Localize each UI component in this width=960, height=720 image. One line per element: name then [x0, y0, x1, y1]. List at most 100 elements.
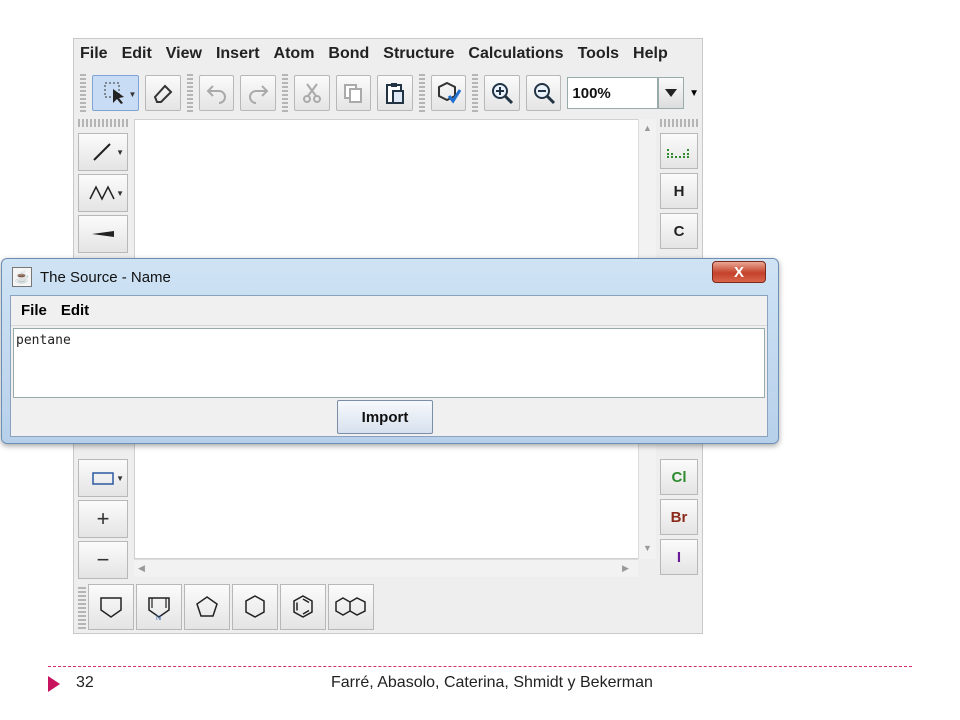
template-cyclopentane-button[interactable] — [184, 584, 230, 630]
scissors-icon — [302, 83, 321, 103]
editor-menubar: File Edit View Insert Atom Bond Structur… — [74, 39, 702, 69]
chain-icon — [89, 185, 115, 201]
menu-edit[interactable]: Edit — [122, 45, 152, 63]
zoom-dropdown-button[interactable] — [658, 77, 685, 109]
structure-check-icon — [437, 81, 461, 104]
erase-button[interactable] — [145, 75, 181, 111]
menu-help[interactable]: Help — [633, 45, 668, 63]
menu-file[interactable]: File — [80, 45, 108, 63]
menu-structure[interactable]: Structure — [383, 45, 454, 63]
zoom-level-field[interactable]: 100% — [567, 77, 659, 109]
rectangle-icon — [92, 472, 114, 485]
select-tool-button[interactable]: ▼ — [91, 75, 140, 111]
dialog-title: The Source - Name — [40, 268, 171, 286]
footer-authors: Farré, Abasolo, Caterina, Shmidt y Beker… — [331, 674, 653, 691]
naphthalene-icon — [335, 597, 366, 616]
dialog-menu-edit[interactable]: Edit — [61, 302, 89, 319]
copy-button[interactable] — [335, 75, 372, 111]
rectangle-select-tool[interactable]: ▼ — [78, 459, 128, 497]
zoom-out-button[interactable] — [525, 75, 562, 111]
toolbar-overflow-button[interactable]: ▼ — [686, 77, 702, 109]
atom-cl-button[interactable]: Cl — [660, 459, 698, 495]
source-name-dialog: ☕ The Source - Name X File Edit pentane … — [1, 258, 779, 444]
wedge-bond-icon — [92, 231, 114, 237]
java-cup-icon: ☕ — [12, 267, 32, 287]
zoom-out-icon — [533, 83, 555, 105]
hexagon-icon — [245, 595, 265, 618]
toolbar-grip[interactable] — [660, 119, 698, 127]
scroll-up-icon[interactable]: ▲ — [643, 123, 652, 133]
chevron-down-icon: ▼ — [689, 87, 699, 99]
menu-tools[interactable]: Tools — [578, 45, 619, 63]
toolbar-grip[interactable] — [78, 119, 128, 127]
left-toolbar: ▼ ▼ — [78, 119, 130, 256]
close-button[interactable]: X — [712, 261, 766, 283]
wedge-bond-tool[interactable] — [78, 215, 128, 253]
increase-charge-button[interactable]: + — [78, 500, 128, 538]
zoom-in-icon — [492, 83, 514, 105]
periodic-table-icon — [667, 149, 689, 158]
minus-icon: − — [96, 547, 110, 572]
editor-toolbar: ▼ 100% ▼ — [74, 71, 702, 115]
copy-icon — [344, 84, 363, 103]
dialog-content: File Edit pentane Import — [10, 295, 768, 437]
template-cyclohexane-button[interactable] — [232, 584, 278, 630]
eraser-icon — [154, 84, 173, 103]
import-button[interactable]: Import — [337, 400, 433, 434]
zoom-in-button[interactable] — [484, 75, 520, 111]
atom-h-button[interactable]: H — [660, 173, 698, 209]
atom-br-button[interactable]: Br — [660, 499, 698, 535]
paste-button[interactable] — [377, 75, 413, 111]
name-text-area[interactable]: pentane — [13, 328, 765, 398]
atom-i-button[interactable]: I — [660, 539, 698, 575]
dialog-menu-file[interactable]: File — [21, 302, 47, 319]
template-naphthalene-button[interactable] — [328, 584, 374, 630]
chevron-down-icon[interactable]: ▼ — [116, 148, 124, 157]
toolbar-separator — [418, 74, 425, 112]
benzene-icon — [293, 595, 313, 618]
periodic-table-button[interactable] — [660, 133, 698, 169]
footer-triangle-icon — [48, 676, 60, 692]
page-number: 32 — [76, 674, 94, 691]
decrease-charge-button[interactable]: − — [78, 541, 128, 579]
chain-tool[interactable]: ▼ — [78, 174, 128, 212]
chevron-down-icon[interactable]: ▼ — [116, 189, 124, 198]
template-pyrrole-button[interactable]: N — [136, 584, 182, 630]
pyrrole-ring-icon: N — [148, 597, 170, 621]
plus-icon: + — [96, 506, 110, 531]
template-toolbar: N — [78, 583, 374, 631]
pentagon-icon — [196, 596, 218, 617]
menu-bond[interactable]: Bond — [328, 45, 369, 63]
atom-c-button[interactable]: C — [660, 213, 698, 249]
undo-button[interactable] — [198, 75, 235, 111]
dialog-titlebar[interactable]: ☕ The Source - Name — [12, 263, 171, 291]
menu-insert[interactable]: Insert — [216, 45, 260, 63]
scroll-right-icon[interactable]: ▶ — [622, 563, 629, 574]
redo-button[interactable] — [240, 75, 277, 111]
menu-atom[interactable]: Atom — [274, 45, 315, 63]
template-benzene-button[interactable] — [280, 584, 326, 630]
shield-ring-icon — [100, 597, 122, 618]
atom-toolbar: H C — [660, 119, 700, 253]
menu-calculations[interactable]: Calculations — [468, 45, 563, 63]
toolbar-grip[interactable] — [80, 74, 86, 112]
template-shield-button[interactable] — [88, 584, 134, 630]
scroll-down-icon[interactable]: ▼ — [643, 543, 652, 553]
horizontal-scrollbar[interactable]: ◀ ▶ — [134, 559, 638, 577]
atom-toolbar-lower: Cl Br I — [660, 459, 700, 579]
scroll-left-icon[interactable]: ◀ — [138, 563, 145, 574]
chevron-down-icon[interactable]: ▼ — [116, 474, 124, 483]
toolbar-grip[interactable] — [78, 585, 86, 629]
cut-button[interactable] — [294, 75, 330, 111]
selection-arrow-icon — [104, 82, 124, 104]
svg-text:N: N — [156, 615, 161, 621]
redo-icon — [249, 85, 269, 104]
menu-view[interactable]: View — [166, 45, 202, 63]
chevron-down-icon[interactable]: ▼ — [128, 90, 136, 99]
toolbar-separator — [186, 74, 193, 112]
check-structure-button[interactable] — [430, 75, 467, 111]
close-icon: X — [733, 263, 744, 281]
single-bond-tool[interactable]: ▼ — [78, 133, 128, 171]
single-bond-icon — [93, 143, 111, 161]
dialog-menubar: File Edit — [11, 296, 767, 326]
